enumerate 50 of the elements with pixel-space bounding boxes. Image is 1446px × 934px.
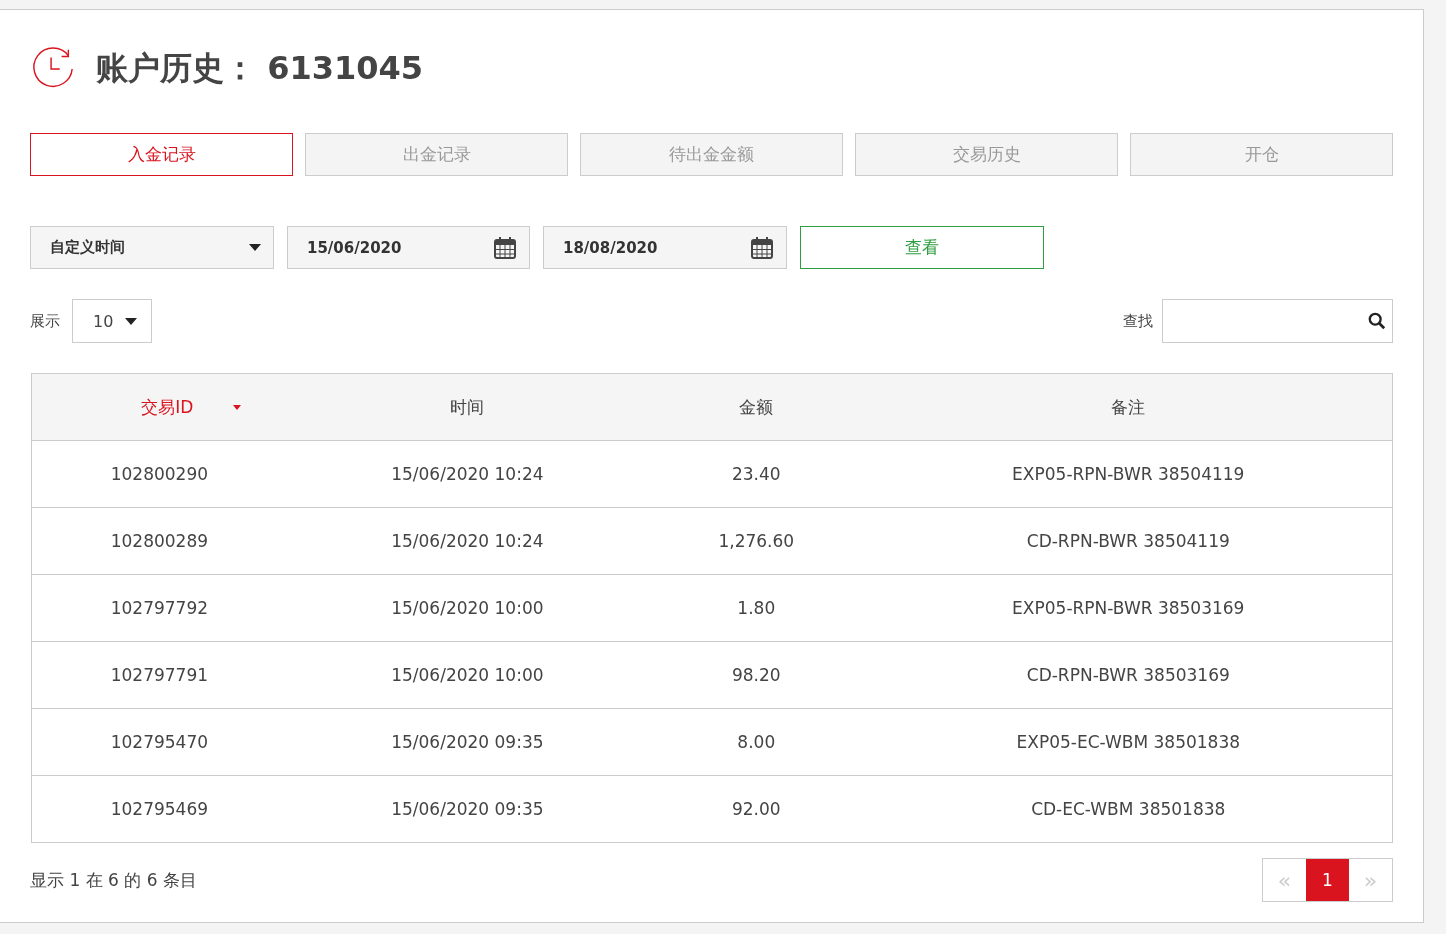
caret-icon: [125, 317, 137, 325]
tab[interactable]: 入金记录: [30, 133, 293, 176]
table-cell: EXP05-EC-WBM 38501838: [1016, 732, 1241, 752]
table-cell: 15/06/2020 10:24: [391, 531, 544, 551]
table-cell: CD-EC-WBM 38501838: [1031, 799, 1226, 819]
search-field[interactable]: [1162, 299, 1393, 343]
period-dropdown[interactable]: 自定义时间: [30, 226, 274, 269]
table-cell: 102797792: [110, 598, 209, 618]
tab[interactable]: 交易历史: [855, 133, 1118, 176]
tab[interactable]: 开仓: [1130, 133, 1393, 176]
calendar-icon[interactable]: [493, 235, 517, 260]
table-cell: 102800290: [110, 464, 209, 484]
table-cell: 102795469: [110, 799, 209, 819]
tab[interactable]: 出金记录: [305, 133, 568, 176]
table-cell: 8.00: [737, 732, 776, 752]
column-header[interactable]: 备注: [1111, 395, 1146, 419]
page-title: 账户历史： 6131045: [96, 48, 423, 89]
table-cell: 102800289: [110, 531, 209, 551]
date-from-field[interactable]: 15/06/2020: [287, 226, 530, 269]
table-cell: 1.80: [737, 598, 776, 618]
table-cell: EXP05-RPN-BWR 38503169: [1012, 598, 1245, 618]
search-icon: [1368, 312, 1386, 330]
table-cell: 15/06/2020 09:35: [391, 732, 544, 752]
column-header[interactable]: 金额: [739, 395, 774, 419]
table-cell: 92.00: [731, 799, 781, 819]
column-header[interactable]: 时间: [450, 395, 485, 419]
sort-caret-icon: [233, 404, 242, 410]
page-size-label: 展示: [30, 311, 60, 331]
calendar-icon[interactable]: [750, 235, 774, 260]
table-cell: 15/06/2020 09:35: [391, 799, 544, 819]
search-label: 查找: [1123, 311, 1153, 331]
table-cell: 1,276.60: [718, 531, 795, 551]
table-cell: EXP05-RPN-BWR 38504119: [1012, 464, 1245, 484]
table-cell: 102797791: [110, 665, 209, 685]
table-cell: CD-RPN-BWR 38503169: [1026, 665, 1230, 685]
entries-summary: 显示 1 在 6 的 6 条目: [30, 868, 197, 892]
page-size-dropdown[interactable]: 10: [72, 299, 152, 343]
tab[interactable]: 待出金金额: [580, 133, 843, 176]
page-button[interactable]: 1: [1306, 859, 1349, 901]
date-to-field[interactable]: 18/08/2020: [543, 226, 787, 269]
caret-icon: [249, 244, 261, 251]
table-cell: CD-RPN-BWR 38504119: [1026, 531, 1230, 551]
column-header[interactable]: 交易ID: [141, 395, 194, 419]
table-cell: 98.20: [731, 665, 781, 685]
table-cell: 23.40: [731, 464, 781, 484]
table-cell: 102795470: [110, 732, 209, 752]
table-cell: 15/06/2020 10:00: [391, 598, 544, 618]
table-cell: 15/06/2020 10:24: [391, 464, 544, 484]
view-button[interactable]: 查看: [800, 226, 1044, 269]
table-cell: 15/06/2020 10:00: [391, 665, 544, 685]
